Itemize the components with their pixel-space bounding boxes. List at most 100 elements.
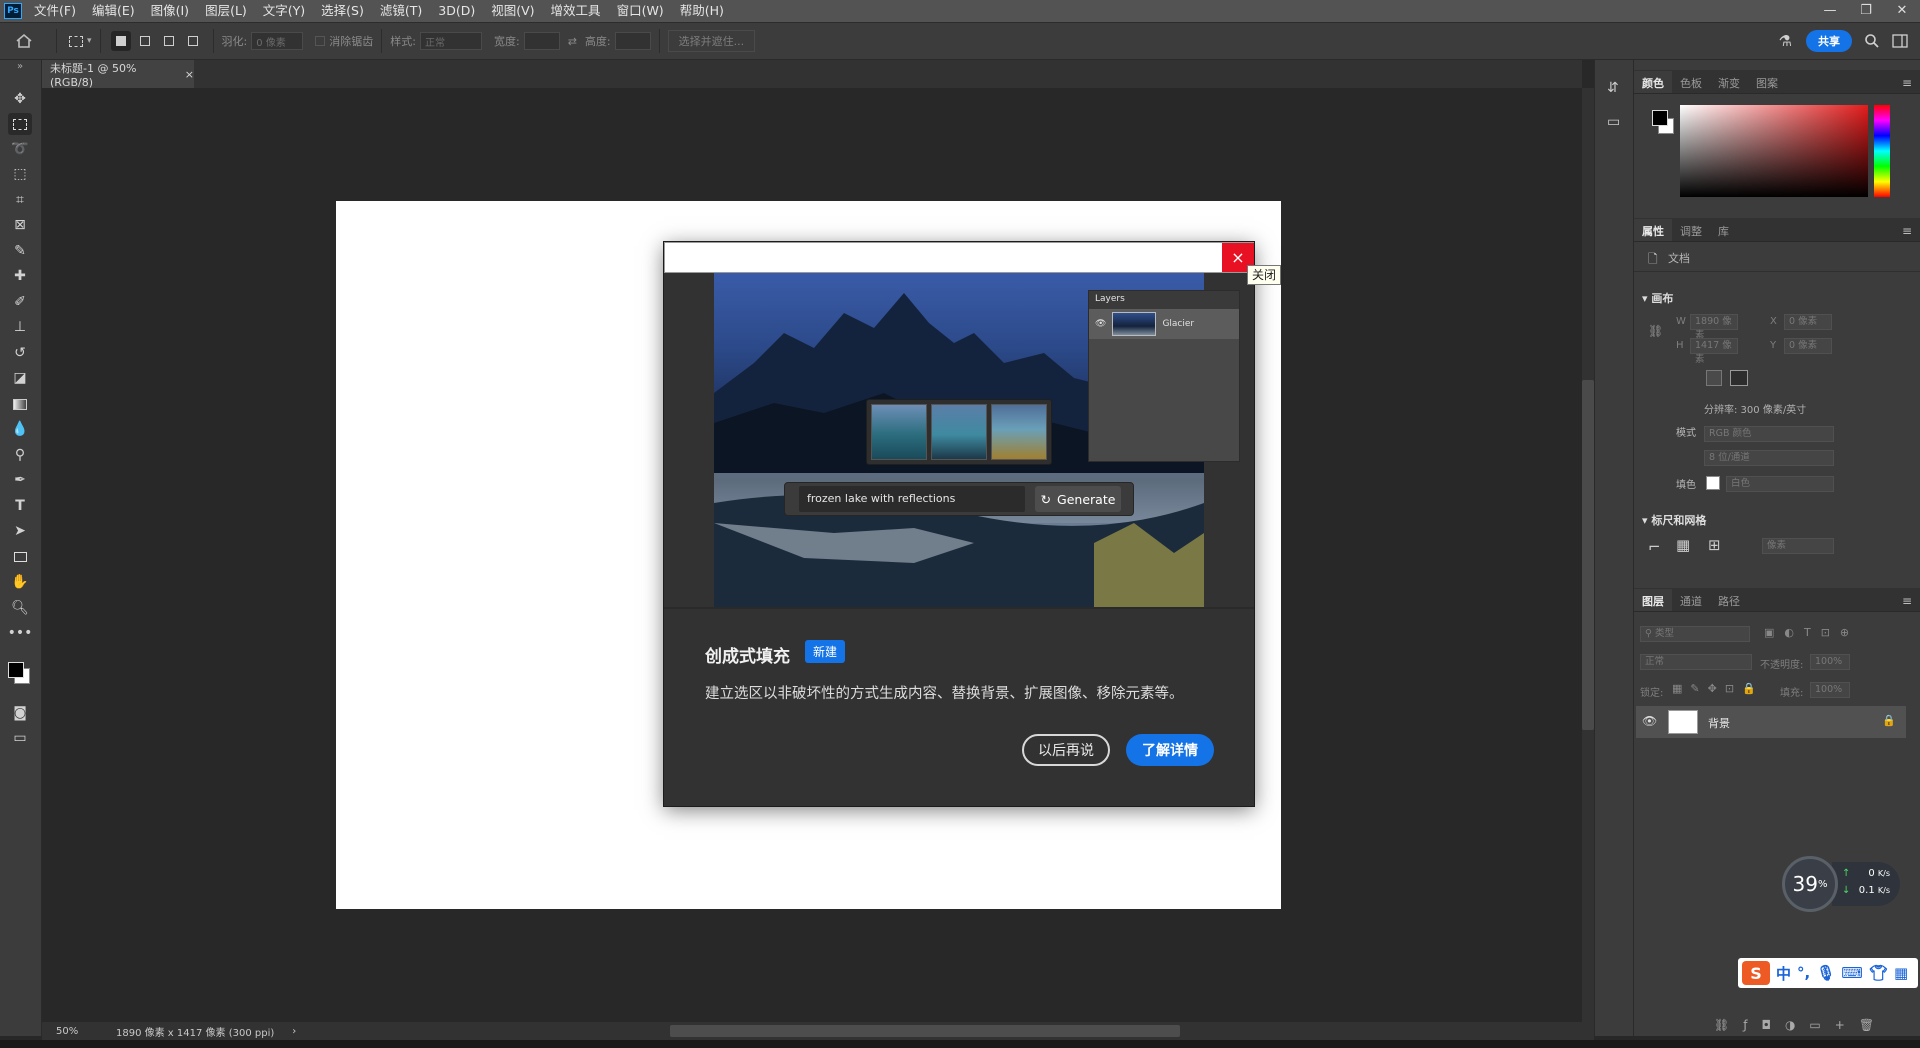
horizontal-scroll-thumb[interactable] [670,1025,1180,1037]
close-icon[interactable]: ✕ [1884,0,1920,22]
crop-tool-icon[interactable]: ⌗ [8,189,32,211]
collapse-toolbar-icon[interactable]: » [8,60,32,72]
screen-mode-icon[interactable]: ▭ [8,727,32,749]
ime-language[interactable]: 中 [1776,963,1791,984]
ime-toolbar[interactable]: S 中 °, 🎙︎ ⌨ 👕︎ ▦ [1738,958,1918,988]
move-tool-icon[interactable]: ✥ [8,88,32,110]
tab-layers[interactable]: 图层 [1634,589,1672,611]
menu-window[interactable]: 窗口(W) [609,0,672,22]
eye-icon[interactable]: 👁︎ [1642,714,1657,728]
healing-brush-tool-icon[interactable]: ✚ [8,265,32,287]
learn-more-button[interactable]: 了解详情 [1126,734,1214,766]
color-picker-field[interactable] [1680,105,1868,197]
swap-icon[interactable]: ⇄ [568,22,577,60]
panel-menu-icon[interactable]: ≡ [1902,224,1912,238]
layer-filter-icons[interactable]: ▣◐T⊡⊕ [1764,626,1914,642]
home-icon[interactable] [0,22,48,60]
select-and-mask-button[interactable]: 选择并遮住... [667,22,756,60]
menu-view[interactable]: 视图(V) [483,0,542,22]
rectangle-tool-icon[interactable] [8,546,32,568]
microphone-icon[interactable]: 🎙︎ [1816,964,1835,982]
height-field[interactable]: 1417 像素 [1690,338,1738,365]
later-button[interactable]: 以后再说 [1022,734,1110,766]
search-icon[interactable] [1864,22,1880,60]
menu-plugins[interactable]: 增效工具 [543,0,609,22]
depth-select[interactable]: 8 位/通道 [1704,450,1834,466]
tab-libraries[interactable]: 库 [1710,219,1737,241]
feather-input[interactable]: 0 像素 [251,32,304,50]
menu-edit[interactable]: 编辑(E) [84,0,143,22]
menu-select[interactable]: 选择(S) [313,0,372,22]
landscape-orientation-icon[interactable] [1730,370,1748,386]
rulers-section-title[interactable]: ▾ 标尺和网格 [1642,512,1706,528]
layer-row-background[interactable]: 👁︎ 背景 🔒 [1636,706,1906,738]
quick-mask-icon[interactable]: ◙ [8,702,32,724]
y-field[interactable]: 0 像素 [1784,338,1832,354]
object-select-tool-icon[interactable]: ⬚ [8,163,32,185]
history-brush-tool-icon[interactable]: ↺ [8,342,32,364]
pixel-grid-icon[interactable]: ⊞ [1708,536,1721,554]
layer-kind-filter[interactable]: ⚲ 类型 [1640,626,1750,642]
path-select-tool-icon[interactable]: ➤ [8,520,32,542]
gradient-tool-icon[interactable] [8,393,32,415]
tab-channels[interactable]: 通道 [1672,589,1710,611]
mode-select[interactable]: RGB 颜色 [1704,426,1834,442]
intersect-selection-button[interactable] [183,31,203,51]
menu-filter[interactable]: 滤镜(T) [372,0,430,22]
document-tab[interactable]: 未标题-1 @ 50%(RGB/8) × [42,60,194,89]
hand-tool-icon[interactable]: ✋ [8,571,32,593]
layer-footer-icons[interactable]: ⛓ƒ◘◑▭+🗑 [1714,1018,1914,1034]
flask-icon[interactable]: ⚗ [1779,22,1792,60]
status-arrow-icon[interactable]: › [292,1026,296,1037]
opacity-field[interactable]: 100% [1810,654,1850,670]
zoom-level[interactable]: 50% [56,1026,96,1037]
menu-3d[interactable]: 3D(D) [430,0,483,22]
width-field[interactable]: 1890 像素 [1690,314,1738,341]
fill-select[interactable]: 白色 [1726,476,1834,492]
tab-paths[interactable]: 路径 [1710,589,1748,611]
new-selection-button[interactable] [110,31,131,51]
fill-swatch[interactable] [1706,476,1720,490]
panel-menu-icon[interactable]: ≡ [1902,594,1912,608]
stamp-tool-icon[interactable]: ⊥ [8,316,32,338]
width-input[interactable] [523,32,560,50]
portrait-orientation-icon[interactable] [1706,370,1722,386]
hue-slider[interactable] [1874,105,1890,197]
skin-icon[interactable]: 👕︎ [1869,964,1888,982]
eyedropper-tool-icon[interactable]: ✎ [8,240,32,262]
history-icon[interactable]: ⇵ [1607,80,1619,96]
blur-tool-icon[interactable]: 💧 [8,418,32,440]
add-selection-button[interactable] [135,31,155,51]
vertical-scroll-thumb[interactable] [1582,380,1594,730]
tab-color[interactable]: 颜色 [1634,71,1672,93]
minimize-icon[interactable]: — [1812,0,1848,22]
toolbox-icon[interactable]: ▦ [1894,964,1908,982]
style-select[interactable]: 正常 [419,32,482,50]
tab-adjustments[interactable]: 调整 [1672,219,1710,241]
tab-gradients[interactable]: 渐变 [1710,71,1748,93]
menu-help[interactable]: 帮助(H) [672,0,732,22]
menu-image[interactable]: 图像(I) [143,0,197,22]
x-field[interactable]: 0 像素 [1784,314,1832,330]
type-tool-icon[interactable]: T [8,495,32,517]
subtract-selection-button[interactable] [159,31,179,51]
ruler-unit-select[interactable]: 像素 [1762,538,1834,554]
color-swatches[interactable] [8,662,32,690]
canvas-section-title[interactable]: ▾ 画布 [1642,290,1673,306]
tab-swatches[interactable]: 色板 [1672,71,1710,93]
pen-tool-icon[interactable]: ✒ [8,469,32,491]
comments-icon[interactable]: ▭ [1607,114,1620,130]
fg-bg-swatch[interactable] [1652,110,1674,138]
tab-patterns[interactable]: 图案 [1748,71,1786,93]
menu-file[interactable]: 文件(F) [26,0,84,22]
keyboard-icon[interactable]: ⌨ [1841,964,1863,982]
eraser-tool-icon[interactable]: ◪ [8,367,32,389]
document-info[interactable]: 1890 像素 x 1417 像素 (300 ppi) [116,1024,274,1039]
panel-menu-icon[interactable]: ≡ [1902,76,1912,90]
zoom-tool-icon[interactable]: 🔍︎ [8,597,32,619]
marquee-preset-picker[interactable]: ▾ [65,22,92,60]
frame-tool-icon[interactable]: ⊠ [8,214,32,236]
menu-type[interactable]: 文字(Y) [255,0,313,22]
ruler-icon[interactable]: ⌐ [1648,538,1661,556]
menu-layer[interactable]: 图层(L) [197,0,255,22]
